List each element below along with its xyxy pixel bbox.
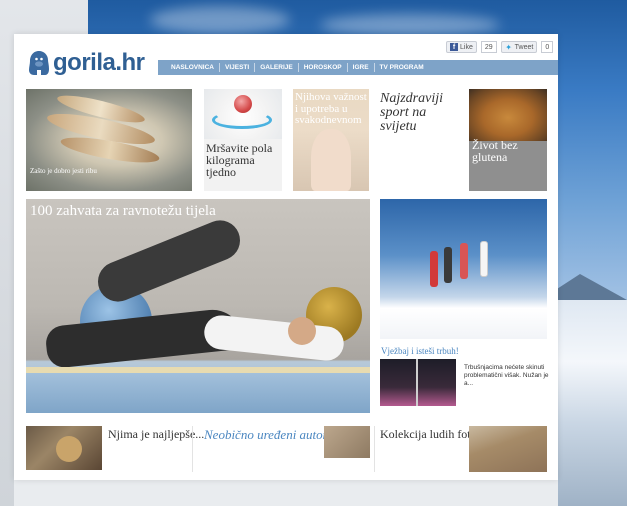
bottom-article-caption[interactable]: Njima je najljepše...: [108, 428, 204, 440]
belly-image: [311, 129, 351, 191]
funny-photo-image[interactable]: [469, 426, 547, 472]
article-tile-caption: Život bez glutena: [472, 138, 518, 164]
article-tile-sport[interactable]: Najzdraviji sport na svijetu: [380, 89, 462, 191]
exercising-person-head: [288, 317, 316, 345]
article-tile-caption: Zašto je dobro jesti ribu: [30, 167, 97, 175]
article-tile-caption: Najzdraviji sport na svijetu: [380, 91, 444, 134]
nav-item-igre[interactable]: IGRE: [348, 63, 375, 72]
site-logo[interactable]: gorila.hr: [28, 48, 145, 78]
article-tile-weight[interactable]: Mršavite pola kilograma tjedno: [204, 89, 282, 191]
skier-figure: [480, 241, 488, 277]
pole-image: [416, 359, 418, 406]
divider: [192, 426, 193, 472]
nav-item-naslovnica[interactable]: NASLOVNICA: [166, 63, 220, 72]
website-page: gorila.hr f Like 29 ✦ Tweet 0 NASLOVNICA…: [14, 34, 558, 480]
facebook-like-button[interactable]: f Like: [446, 41, 477, 53]
tweet-count: 0: [541, 41, 554, 53]
background-cloud: [320, 14, 500, 36]
nav-item-horoskop[interactable]: HOROSKOP: [299, 63, 348, 72]
exercise-mat-edge: [26, 367, 370, 373]
article-tile-gluten[interactable]: Život bez glutena: [469, 89, 547, 191]
tweet-label: Tweet: [514, 43, 534, 51]
tweet-button[interactable]: ✦ Tweet: [500, 41, 538, 53]
measuring-tape-image: [212, 111, 272, 129]
exercise-mat-image: [26, 367, 370, 413]
page-footer-strip: [14, 480, 558, 506]
promo-title[interactable]: Vježbaj i isteši trbuh!: [381, 346, 459, 356]
article-tile-caption: Njihova važnost i upotreba u svakodnevno…: [295, 91, 367, 126]
article-tile-fish[interactable]: Zašto je dobro jesti ribu: [26, 89, 192, 191]
main-navigation: NASLOVNICA VIJESTI GALERIJE HOROSKOP IGR…: [158, 60, 558, 75]
nav-item-vijesti[interactable]: VIJESTI: [220, 63, 256, 72]
featured-article-title: 100 zahvata za ravnotežu tijela: [30, 203, 216, 219]
facebook-icon: f: [450, 43, 458, 51]
apple-scale-image: [204, 89, 282, 139]
social-buttons: f Like 29 ✦ Tweet 0: [446, 41, 554, 53]
featured-article[interactable]: 100 zahvata za ravnotežu tijela: [26, 199, 370, 413]
divider: [374, 426, 375, 472]
ski-people-image[interactable]: [380, 199, 547, 339]
car-image[interactable]: [324, 426, 370, 458]
nav-item-tv-program[interactable]: TV PROGRAM: [375, 63, 429, 72]
skier-figure: [444, 247, 452, 283]
like-count: 29: [480, 41, 497, 53]
article-tile-caption: Mršavite pola kilograma tjedno: [206, 141, 273, 179]
animal-image: [56, 436, 82, 462]
background-cloud: [150, 6, 290, 34]
skier-figure: [460, 243, 468, 279]
skier-figure: [430, 251, 438, 287]
site-logo-text: gorila.hr: [53, 49, 145, 76]
pole-dancer-image[interactable]: [380, 359, 456, 406]
nav-item-galerije[interactable]: GALERIJE: [255, 63, 299, 72]
article-tile-importance[interactable]: Njihova važnost i upotreba u svakodnevno…: [293, 89, 369, 191]
horses-image[interactable]: [26, 426, 102, 470]
promo-text: Trbušnjacima nećete skinuti problematičn…: [464, 364, 549, 387]
twitter-bird-icon: ✦: [505, 42, 512, 52]
like-label: Like: [460, 43, 473, 51]
bread-image: [469, 89, 547, 141]
gorilla-icon: [28, 50, 50, 76]
